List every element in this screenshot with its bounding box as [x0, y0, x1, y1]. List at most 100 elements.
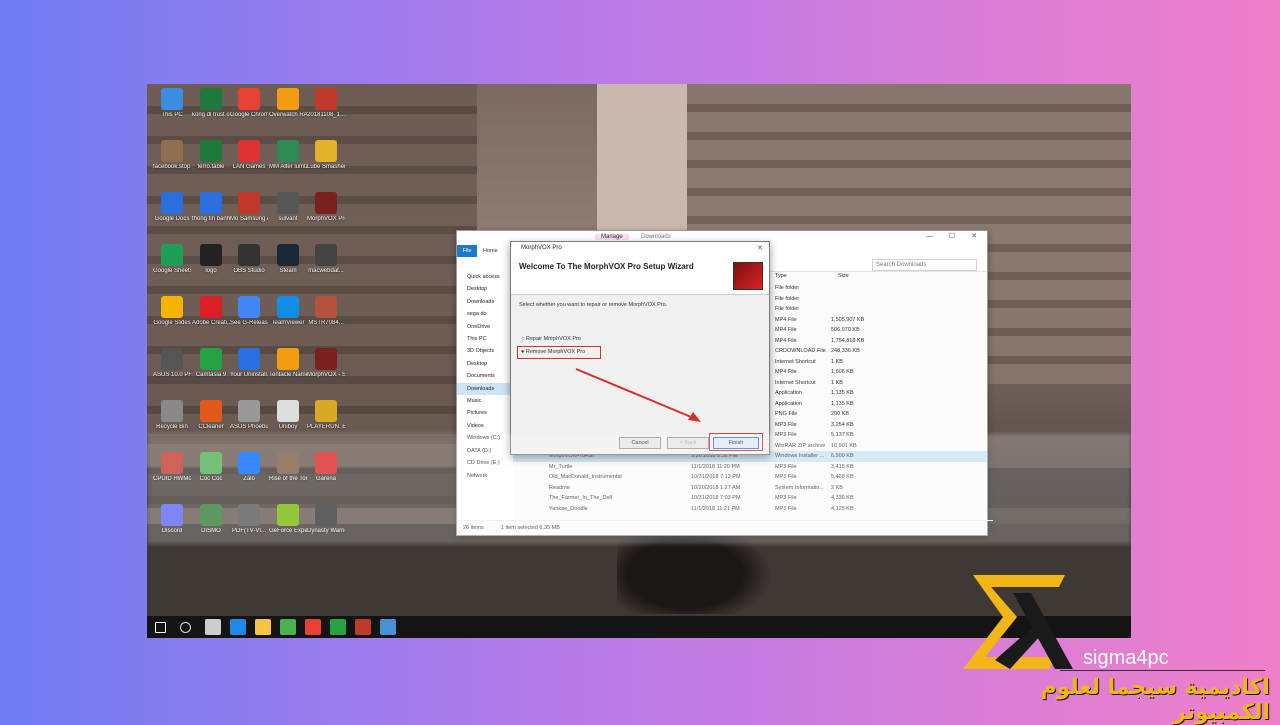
desktop-icon-label: ferro.table	[197, 164, 225, 170]
desktop-icon[interactable]: MorphVOX Pro Sinlet	[307, 192, 345, 223]
tab-downloads[interactable]: Downloads	[641, 234, 671, 240]
desktop-icon[interactable]: ASUS 10.0 PHOREDS	[153, 348, 191, 379]
store-icon[interactable]	[280, 619, 296, 635]
app-icon	[161, 400, 183, 422]
nav-item[interactable]: Desktop	[457, 358, 513, 370]
desktop-icon[interactable]: TeamViewer	[269, 296, 307, 327]
search-input[interactable]: Search Downloads	[872, 259, 977, 271]
desktop-icon[interactable]: facebook.stop (3).lnk	[153, 140, 191, 171]
repair-radio[interactable]: ○ Repair MorphVOX Pro	[521, 336, 581, 342]
nav-item[interactable]: Downloads	[457, 382, 513, 396]
nav-item[interactable]: Pictures	[457, 407, 513, 419]
desktop-icon-label: Adobe Creati...	[192, 320, 230, 326]
close-icon[interactable]: ✕	[971, 232, 977, 240]
taskview-icon[interactable]	[205, 619, 221, 635]
desktop-icon[interactable]: MM Alter lumtar	[269, 140, 307, 171]
brand-logo: sigma4pc اكاديمية سيجما لعلوم الكمبيوتر	[950, 565, 1270, 725]
nav-item[interactable]: OneDrive	[457, 321, 513, 333]
app-icon	[315, 192, 337, 214]
desktop-icon-label: MM Alter lumtar	[269, 164, 307, 170]
desktop-icon[interactable]: Tentacle Name...	[269, 348, 307, 379]
file-type: Application	[775, 390, 802, 396]
desktop-icon[interactable]: LAN Games	[230, 140, 268, 171]
explorer-icon[interactable]	[255, 619, 271, 635]
desktop-icon[interactable]: ferro.table	[192, 140, 230, 171]
remove-highlight-box	[517, 346, 601, 359]
desktop-icon-label: thong tin banh	[192, 216, 230, 222]
nav-item[interactable]: Downloads	[457, 296, 513, 308]
nav-item[interactable]: 3D Objects	[457, 345, 513, 357]
desktop-icon[interactable]: Adobe Creati...	[192, 296, 230, 327]
app-icon	[200, 296, 222, 318]
app-icon	[315, 348, 337, 370]
desktop-icon[interactable]: thong tin banh	[192, 192, 230, 223]
desktop-icon[interactable]: MorphVOX - Shortcut	[307, 348, 345, 379]
desktop-icon[interactable]: Your Uninstall...	[230, 348, 268, 379]
desktop-icon[interactable]: logo	[192, 244, 230, 275]
app-icon	[238, 348, 260, 370]
desktop-icon[interactable]: Uniboy	[269, 400, 307, 431]
file-size: 3,254 KB	[831, 421, 854, 428]
desktop-icon-label: LAN Games	[232, 164, 266, 170]
desktop-icon[interactable]: PLAYERUN. BATTLEGR...	[307, 400, 345, 431]
edge-icon[interactable]	[230, 619, 246, 635]
start-icon[interactable]	[155, 622, 166, 633]
desktop-icon-label: OBS Studio	[233, 268, 265, 274]
desktop-icon[interactable]: MSTR7084...	[307, 296, 345, 327]
file-size: 1,606 KB	[831, 369, 854, 375]
camtasia-icon[interactable]	[330, 619, 346, 635]
header-size[interactable]: Size	[838, 271, 849, 282]
desktop-icon[interactable]: macwebdat...	[307, 244, 345, 275]
file-type: CRDOWNLOAD File	[775, 348, 826, 354]
nav-item[interactable]: Quick access	[457, 271, 513, 283]
desktop-icon[interactable]: OBS Studio	[230, 244, 268, 275]
app-icon	[200, 244, 222, 266]
desktop-icon[interactable]: Overwatch RAR Pa...	[269, 88, 307, 119]
desktop-icon[interactable]: Recycle Bin	[153, 400, 191, 431]
chrome-icon[interactable]	[305, 619, 321, 635]
morphvox-icon[interactable]	[355, 619, 371, 635]
desktop-icon-label: Uniboy	[278, 424, 298, 430]
nav-item[interactable]: Music	[457, 395, 513, 407]
desktop-icon[interactable]: Google Chrome	[230, 88, 268, 119]
desktop-icon[interactable]: Lube Smasher	[307, 140, 345, 171]
desktop-icon[interactable]: kong dl trust com phim...	[192, 88, 230, 119]
desktop-icon-label: facebook.stop (3).lnk	[153, 164, 191, 170]
nav-item[interactable]: Desktop	[457, 283, 513, 295]
desktop-icon[interactable]: Google Slides	[153, 296, 191, 327]
desktop-icon[interactable]: Camtasia 9	[192, 348, 230, 379]
desktop-icon[interactable]: Mo Samsung APP	[230, 192, 268, 223]
header-type[interactable]: Type	[775, 271, 787, 282]
ribbon-home[interactable]: Home	[483, 245, 498, 257]
cortana-icon[interactable]	[180, 622, 191, 633]
brand-tagline: اكاديمية سيجما لعلوم الكمبيوتر	[1040, 675, 1270, 725]
desktop-icon[interactable]: Google Sheets	[153, 244, 191, 275]
app-icon[interactable]	[380, 619, 396, 635]
desktop-icon[interactable]: See G-Release...	[230, 296, 268, 327]
nav-item[interactable]: Videos	[457, 420, 513, 432]
wizard-header: Welcome To The MorphVOX Pro Setup Wizard	[511, 254, 769, 295]
ribbon-file[interactable]: File	[457, 245, 477, 257]
nav-item[interactable]: sega do	[457, 308, 513, 320]
minimize-icon[interactable]: —	[926, 233, 933, 240]
app-icon	[238, 88, 260, 110]
desktop-icon[interactable]: ASUS Phoebus	[230, 400, 268, 431]
app-icon	[200, 348, 222, 370]
wizard-question: Select whether you want to repair or rem…	[519, 302, 668, 308]
nav-item[interactable]: Documents	[457, 370, 513, 382]
desktop-icon-label: sulvant	[278, 216, 298, 222]
desktop-icon-label: Google Docs	[154, 216, 190, 222]
setup-wizard-dialog[interactable]: MorphVOX Pro ✕ Welcome To The MorphVOX P…	[510, 241, 770, 455]
file-size: 1,505,907 KB	[831, 316, 865, 323]
desktop-icon[interactable]: CCleaner	[192, 400, 230, 431]
nav-item[interactable]: This PC	[457, 333, 513, 345]
maximize-icon[interactable]: ☐	[949, 232, 955, 240]
file-type: File folder	[775, 306, 800, 312]
desktop-icon[interactable]: This PC	[153, 88, 191, 119]
desktop-icon[interactable]: 20181108_1...	[307, 88, 345, 119]
desktop-icon[interactable]: Steam	[269, 244, 307, 275]
app-icon	[161, 192, 183, 214]
tab-manage[interactable]: Manage	[595, 234, 629, 240]
desktop-icon[interactable]: Google Docs	[153, 192, 191, 223]
desktop-icon[interactable]: sulvant	[269, 192, 307, 223]
